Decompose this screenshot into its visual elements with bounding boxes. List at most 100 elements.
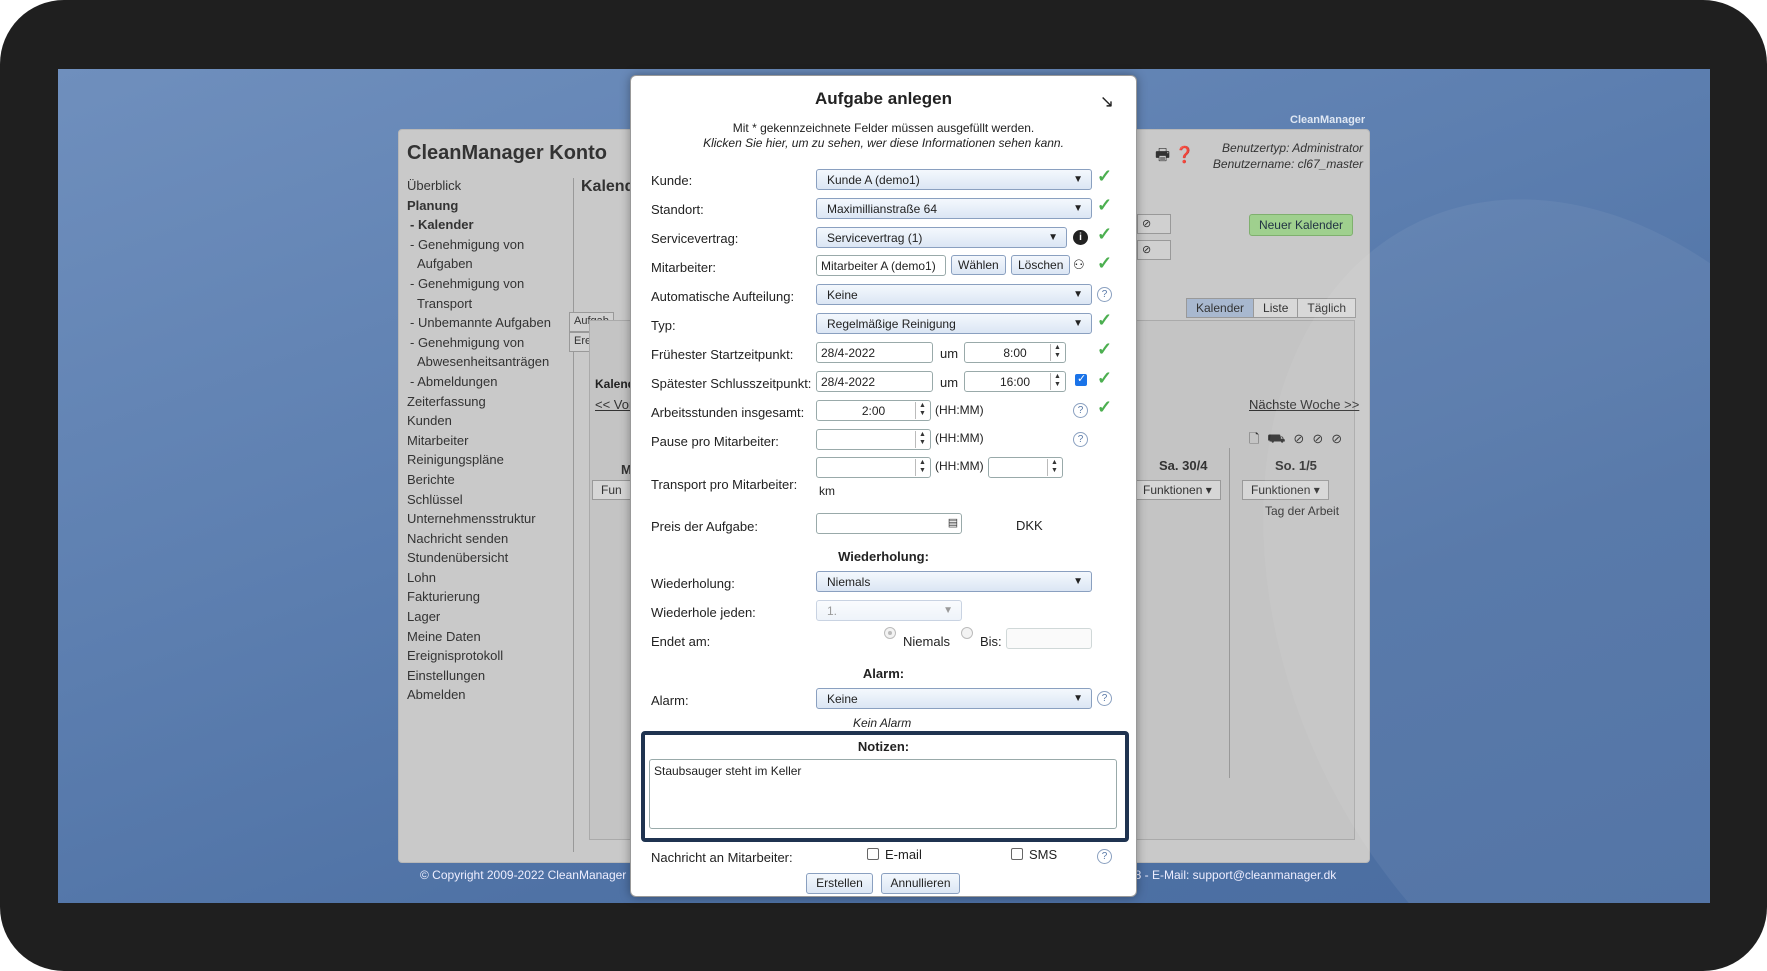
collapse-icon[interactable]: ↘ <box>1100 92 1114 112</box>
sidebar-item[interactable]: Kunden <box>407 411 577 431</box>
mitarbeiter-field[interactable]: Mitarbeiter A (demo1) <box>816 255 946 276</box>
sidebar-item[interactable]: Transport <box>407 294 577 314</box>
servicevertrag-select[interactable]: Servicevertrag (1) ▼ <box>816 227 1067 248</box>
transport-km-input[interactable]: ▲ ▼ <box>988 457 1063 478</box>
end-time-input[interactable]: 16:00 ▲ ▼ <box>964 371 1066 392</box>
sidebar-item[interactable]: Abmelden <box>407 685 577 705</box>
email-checkbox[interactable] <box>867 848 879 860</box>
help-icon[interactable]: ? <box>1097 691 1112 706</box>
wiederholung-select[interactable]: Niemals ▼ <box>816 571 1092 592</box>
sidebar-item[interactable]: Planung <box>407 196 577 216</box>
preis-label: Preis der Aufgabe: <box>651 519 758 534</box>
sidebar-item[interactable]: - Genehmigung von <box>407 235 577 255</box>
sidebar-item[interactable]: - Genehmigung von <box>407 333 577 353</box>
spinner-icon[interactable]: ▲ ▼ <box>915 431 929 448</box>
end-date-input[interactable]: 28/4-2022 <box>816 371 933 392</box>
spinner-icon[interactable]: ▲ ▼ <box>1050 344 1064 361</box>
column-divider <box>1229 448 1230 778</box>
aufteilung-select[interactable]: Keine ▼ <box>816 284 1092 305</box>
transport-time-input[interactable]: ▲ ▼ <box>816 457 931 478</box>
tab-kalender[interactable]: Kalender <box>1186 298 1255 318</box>
no-user-icon[interactable]: ⊘ <box>1312 431 1331 446</box>
radio-niemals[interactable] <box>884 627 896 639</box>
spinner-icon[interactable]: ▲ ▼ <box>1050 373 1064 390</box>
sidebar-item[interactable]: - Kalender <box>407 215 577 235</box>
sidebar-item[interactable]: - Unbemannte Aufgaben <box>407 313 577 333</box>
kunde-select[interactable]: Kunde A (demo1) ▼ <box>816 169 1092 190</box>
sidebar-item[interactable]: - Genehmigung von <box>407 274 577 294</box>
document-icon[interactable]: 🗋 <box>1249 431 1267 446</box>
erstellen-button[interactable]: Erstellen <box>806 873 873 894</box>
sidebar-item[interactable]: - Abmeldungen <box>407 372 577 392</box>
sidebar-item[interactable]: Aufgaben <box>407 254 577 274</box>
user-type: Benutzertyp: Administrator <box>1222 141 1363 155</box>
alarm-select[interactable]: Keine ▼ <box>816 688 1092 709</box>
tab-liste[interactable]: Liste <box>1253 298 1299 318</box>
sidebar-item[interactable]: Überblick <box>407 176 577 196</box>
spinner-icon[interactable]: ▲ ▼ <box>915 459 929 476</box>
sidebar-item[interactable]: Lohn <box>407 568 577 588</box>
aufteilung-label: Automatische Aufteilung: <box>651 289 795 304</box>
bis-date-input[interactable] <box>1006 628 1092 649</box>
spinner-icon[interactable]: ▲ ▼ <box>915 402 929 419</box>
no-user-icon[interactable]: ⊘ <box>1137 240 1171 260</box>
start-date-input[interactable]: 28/4-2022 <box>816 342 933 363</box>
visibility-info-link[interactable]: Klicken Sie hier, um zu sehen, wer diese… <box>631 136 1136 151</box>
next-week-link[interactable]: Nächste Woche >> <box>1249 397 1359 412</box>
sidebar-item[interactable]: Ereignisprotokoll <box>407 646 577 666</box>
tab-taeglich[interactable]: Täglich <box>1297 298 1357 318</box>
loeschen-button[interactable]: Löschen <box>1011 255 1071 275</box>
car-icon[interactable]: ⛟ <box>1267 431 1293 446</box>
radio-niemals-label: Niemals <box>903 634 950 649</box>
sidebar-item[interactable]: Reinigungspläne <box>407 450 577 470</box>
hierarchy-icon[interactable]: ⚇ <box>1073 257 1085 273</box>
sidebar-item[interactable]: Unternehmensstruktur <box>407 509 577 529</box>
waehlen-button[interactable]: Wählen <box>951 255 1006 275</box>
help-icon[interactable]: ? <box>1073 403 1088 418</box>
no-transport-icon[interactable]: ⊘ <box>1331 431 1350 446</box>
sidebar-item[interactable]: Berichte <box>407 470 577 490</box>
no-entry-icon[interactable]: ⊘ <box>1137 214 1171 234</box>
spinner-icon[interactable]: ▲ ▼ <box>1047 459 1061 476</box>
calendar-icon-row: 🗋⛟⊘⊘⊘ <box>1249 430 1350 452</box>
start-time-input[interactable]: 8:00 ▲ ▼ <box>964 342 1066 363</box>
sidebar-item[interactable]: Lager <box>407 607 577 627</box>
functions-button-so[interactable]: Funktionen ▾ <box>1242 480 1329 500</box>
notes-textarea[interactable]: Staubsauger steht im Keller <box>649 759 1117 829</box>
check-icon: ✓ <box>1097 368 1113 388</box>
functions-button-partial[interactable]: Fun <box>592 480 631 500</box>
help-icon[interactable]: ❓ <box>1175 147 1195 164</box>
pause-input[interactable]: ▲ ▼ <box>816 429 931 450</box>
radio-bis[interactable] <box>961 627 973 639</box>
sidebar-item[interactable]: Nachricht senden <box>407 529 577 549</box>
sidebar-item[interactable]: Stundenübersicht <box>407 548 577 568</box>
start-time-value: 8:00 <box>1003 346 1027 360</box>
end-time-checkbox[interactable] <box>1075 372 1087 386</box>
arbeitsstunden-input[interactable]: 2:00 ▲ ▼ <box>816 400 931 421</box>
sidebar-item[interactable]: Zeiterfassung <box>407 392 577 412</box>
sidebar-item[interactable]: Meine Daten <box>407 627 577 647</box>
sms-checkbox[interactable] <box>1011 848 1023 860</box>
sidebar-item[interactable]: Abwesenheitsanträgen <box>407 352 577 372</box>
sidebar-item[interactable]: Fakturierung <box>407 587 577 607</box>
no-entry-icon[interactable]: ⊘ <box>1293 431 1312 446</box>
print-icon[interactable]: 🖶 <box>1155 147 1170 164</box>
sidebar-item[interactable]: Mitarbeiter <box>407 431 577 451</box>
prev-week-link[interactable]: << Vor <box>595 397 633 412</box>
functions-label: Funktionen <box>1143 483 1203 497</box>
annullieren-button[interactable]: Annullieren <box>881 873 960 894</box>
wiederhole-jeden-select[interactable]: 1. ▼ <box>816 600 962 621</box>
help-icon[interactable]: ? <box>1097 849 1112 864</box>
sidebar-item[interactable]: Schlüssel <box>407 490 577 510</box>
info-icon[interactable]: i <box>1073 230 1088 245</box>
typ-select[interactable]: Regelmäßige Reinigung ▼ <box>816 313 1092 334</box>
functions-button-sa[interactable]: Funktionen ▾ <box>1134 480 1221 500</box>
standort-select[interactable]: Maximillianstraße 64 ▼ <box>816 198 1092 219</box>
help-icon[interactable]: ? <box>1073 432 1088 447</box>
sidebar-item[interactable]: Einstellungen <box>407 666 577 686</box>
caret-down-icon: ▼ <box>1073 693 1083 704</box>
preis-input[interactable]: ▤ <box>816 513 962 534</box>
new-calendar-button[interactable]: Neuer Kalender <box>1249 214 1353 236</box>
calculator-icon[interactable]: ▤ <box>946 515 960 532</box>
help-icon[interactable]: ? <box>1097 287 1112 302</box>
